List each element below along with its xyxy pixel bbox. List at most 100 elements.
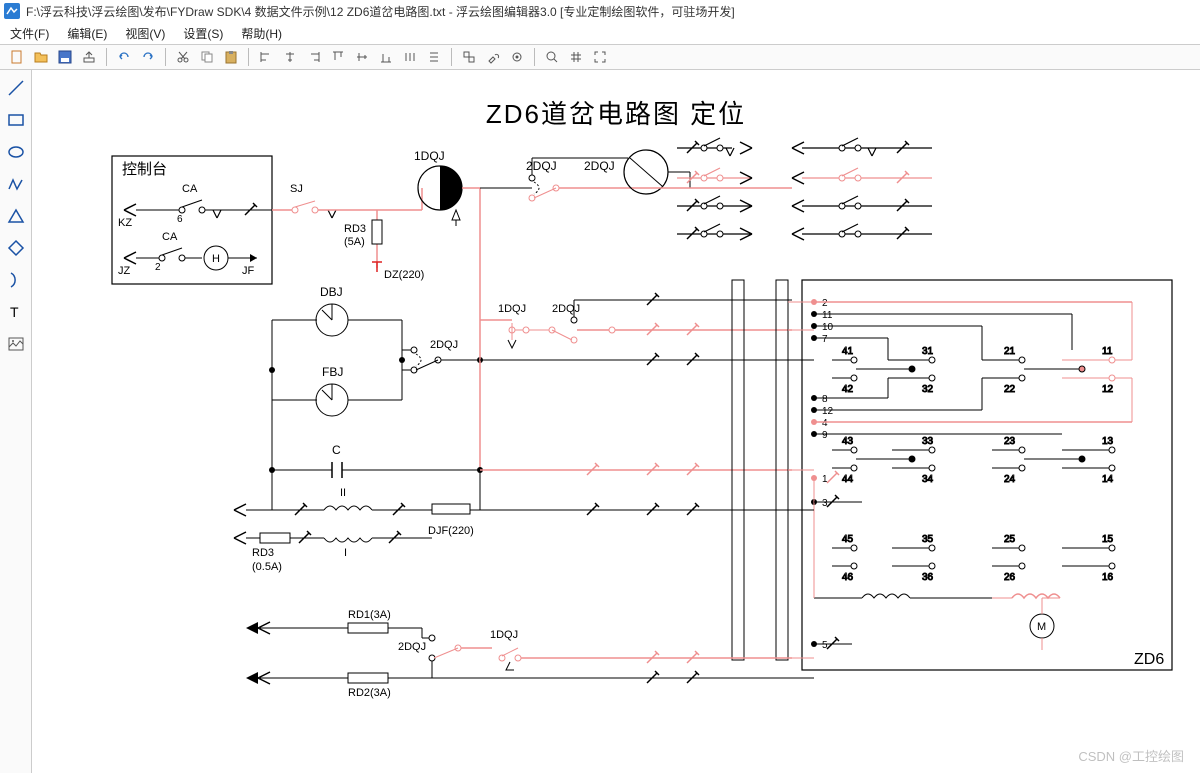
diamond-tool[interactable] [4, 236, 28, 260]
polyline-tool[interactable] [4, 172, 28, 196]
svg-text:11: 11 [1102, 346, 1113, 357]
svg-text:15: 15 [1102, 534, 1114, 545]
app-icon [4, 3, 20, 19]
svg-text:13: 13 [1102, 436, 1114, 447]
grid-button[interactable] [565, 47, 587, 67]
svg-text:41: 41 [842, 346, 854, 357]
svg-text:CA: CA [182, 183, 198, 195]
svg-text:31: 31 [922, 346, 934, 357]
svg-text:42: 42 [842, 384, 854, 395]
group-button[interactable] [458, 47, 480, 67]
undo-button[interactable] [113, 47, 135, 67]
svg-text:16: 16 [1102, 572, 1114, 583]
svg-text:8: 8 [822, 394, 828, 405]
svg-text:DBJ: DBJ [320, 285, 343, 299]
svg-text:6: 6 [177, 214, 183, 225]
svg-text:C: C [332, 443, 341, 457]
svg-text:JZ: JZ [118, 265, 131, 277]
svg-text:24: 24 [1004, 474, 1016, 485]
svg-text:14: 14 [1102, 474, 1114, 485]
rect-tool[interactable] [4, 108, 28, 132]
svg-text:II: II [340, 487, 346, 499]
toolbar [0, 44, 1200, 70]
distribute-h-button[interactable] [399, 47, 421, 67]
menu-settings[interactable]: 设置(S) [183, 25, 223, 42]
settings-icon[interactable] [506, 47, 528, 67]
svg-text:(0.5A): (0.5A) [252, 561, 282, 573]
open-button[interactable] [30, 47, 52, 67]
svg-text:4: 4 [822, 418, 828, 429]
svg-text:ZD6: ZD6 [1134, 651, 1164, 668]
menu-view[interactable]: 视图(V) [125, 25, 165, 42]
distribute-v-button[interactable] [423, 47, 445, 67]
window-title: F:\浮云科技\浮云绘图\发布\FYDraw SDK\4 数据文件示例\12 Z… [26, 3, 735, 20]
image-tool[interactable] [4, 332, 28, 356]
export-button[interactable] [78, 47, 100, 67]
svg-text:2DQJ: 2DQJ [526, 159, 557, 173]
svg-text:21: 21 [1004, 346, 1016, 357]
svg-text:M: M [1037, 621, 1046, 633]
svg-text:DJF(220): DJF(220) [428, 525, 474, 537]
menu-bar: 文件(F) 编辑(E) 视图(V) 设置(S) 帮助(H) [0, 22, 1200, 44]
svg-text:JF: JF [242, 265, 255, 277]
align-left-button[interactable] [255, 47, 277, 67]
svg-text:RD2(3A): RD2(3A) [348, 687, 391, 699]
svg-text:CA: CA [162, 231, 178, 243]
redo-button[interactable] [137, 47, 159, 67]
svg-text:2DQJ: 2DQJ [430, 339, 458, 351]
align-right-button[interactable] [303, 47, 325, 67]
menu-edit[interactable]: 编辑(E) [67, 25, 107, 42]
svg-text:22: 22 [1004, 384, 1016, 395]
text-tool[interactable]: T [4, 300, 28, 324]
svg-text:H: H [212, 253, 220, 265]
svg-text:DZ(220): DZ(220) [384, 269, 424, 281]
svg-text:46: 46 [842, 572, 854, 583]
align-top-button[interactable] [327, 47, 349, 67]
paste-button[interactable] [220, 47, 242, 67]
line-tool[interactable] [4, 76, 28, 100]
menu-help[interactable]: 帮助(H) [241, 25, 282, 42]
svg-text:12: 12 [1102, 384, 1114, 395]
svg-text:12: 12 [822, 406, 834, 417]
arc-tool[interactable] [4, 268, 28, 292]
menu-file[interactable]: 文件(F) [10, 25, 49, 42]
svg-text:3: 3 [822, 498, 828, 509]
align-center-h-button[interactable] [279, 47, 301, 67]
svg-text:RD3: RD3 [344, 223, 366, 235]
tools-button[interactable] [482, 47, 504, 67]
svg-text:36: 36 [922, 572, 934, 583]
svg-text:控制台: 控制台 [122, 161, 167, 178]
copy-button[interactable] [196, 47, 218, 67]
zoom-button[interactable] [541, 47, 563, 67]
drawing-canvas[interactable]: ZD6道岔电路图 定位 控制台 KZ 6 CA JZ 2 [32, 70, 1200, 773]
svg-text:RD1(3A): RD1(3A) [348, 609, 391, 621]
svg-text:2: 2 [822, 298, 828, 309]
new-button[interactable] [6, 47, 28, 67]
circuit-diagram: 控制台 KZ 6 CA JZ 2 CA H JF SJ [32, 70, 1200, 773]
align-middle-button[interactable] [351, 47, 373, 67]
svg-text:1DQJ: 1DQJ [498, 303, 526, 315]
svg-text:T: T [10, 304, 19, 320]
fullscreen-button[interactable] [589, 47, 611, 67]
triangle-tool[interactable] [4, 204, 28, 228]
save-button[interactable] [54, 47, 76, 67]
svg-text:33: 33 [922, 436, 934, 447]
align-bottom-button[interactable] [375, 47, 397, 67]
svg-text:1DQJ: 1DQJ [414, 149, 445, 163]
svg-text:2DQJ: 2DQJ [552, 303, 580, 315]
svg-text:25: 25 [1004, 534, 1016, 545]
svg-text:26: 26 [1004, 572, 1016, 583]
svg-text:11: 11 [822, 310, 833, 321]
watermark: CSDN @工控绘图 [1078, 746, 1184, 765]
ellipse-tool[interactable] [4, 140, 28, 164]
cut-button[interactable] [172, 47, 194, 67]
svg-text:44: 44 [842, 474, 854, 485]
svg-text:1: 1 [822, 474, 828, 485]
svg-text:34: 34 [922, 474, 934, 485]
svg-text:10: 10 [822, 322, 834, 333]
svg-text:FBJ: FBJ [322, 365, 343, 379]
title-bar: F:\浮云科技\浮云绘图\发布\FYDraw SDK\4 数据文件示例\12 Z… [0, 0, 1200, 22]
svg-text:2DQJ: 2DQJ [398, 641, 426, 653]
svg-text:RD3: RD3 [252, 547, 274, 559]
svg-text:5: 5 [822, 640, 828, 651]
